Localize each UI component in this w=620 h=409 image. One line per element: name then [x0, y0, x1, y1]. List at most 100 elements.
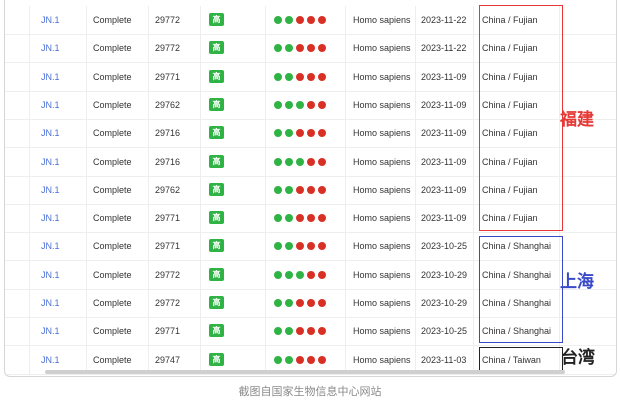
- status-dots-cell: [265, 204, 345, 233]
- lineage-link[interactable]: JN.1: [41, 100, 60, 110]
- green-status-dot-icon: [274, 100, 282, 109]
- lineage-link[interactable]: JN.1: [41, 72, 60, 82]
- red-status-dot-icon: [296, 129, 304, 138]
- length-cell: 29772: [148, 260, 200, 289]
- quality-badge-icon: 高: [209, 239, 224, 253]
- green-status-dot-icon: [285, 129, 293, 138]
- lineage-cell: JN.1: [29, 119, 86, 148]
- red-status-dot-icon: [318, 157, 326, 166]
- lineage-link[interactable]: JN.1: [41, 241, 60, 251]
- shanghai-highlight-box: [479, 236, 563, 343]
- red-status-dot-icon: [318, 100, 326, 109]
- quality-badge-icon: 高: [209, 69, 224, 83]
- green-status-dot-icon: [274, 270, 282, 279]
- lineage-link[interactable]: JN.1: [41, 15, 60, 25]
- lineage-cell: JN.1: [29, 34, 86, 63]
- green-status-dot-icon: [274, 242, 282, 251]
- green-status-dot-icon: [274, 16, 282, 24]
- quality-cell: 高: [200, 90, 265, 119]
- lineage-link[interactable]: JN.1: [41, 128, 60, 138]
- lineage-link[interactable]: JN.1: [41, 355, 60, 365]
- lineage-link[interactable]: JN.1: [41, 157, 60, 167]
- red-status-dot-icon: [307, 44, 315, 53]
- green-status-dot-icon: [296, 270, 304, 279]
- red-status-dot-icon: [296, 355, 304, 364]
- red-status-dot-icon: [296, 327, 304, 336]
- status-dots-cell: [265, 317, 345, 346]
- lineage-cell: JN.1: [29, 62, 86, 91]
- lineage-link[interactable]: JN.1: [41, 298, 60, 308]
- quality-cell: 高: [200, 62, 265, 91]
- status-cell: Complete: [86, 232, 148, 261]
- red-status-dot-icon: [296, 214, 304, 223]
- red-status-dot-icon: [318, 129, 326, 138]
- quality-cell: 高: [200, 204, 265, 233]
- red-status-dot-icon: [318, 72, 326, 81]
- lineage-cell: JN.1: [29, 289, 86, 317]
- red-status-dot-icon: [296, 72, 304, 81]
- green-status-dot-icon: [285, 299, 293, 307]
- trailing-cell: [559, 232, 616, 261]
- green-status-dot-icon: [274, 299, 282, 307]
- host-cell: Homo sapiens: [345, 175, 415, 204]
- lineage-cell: JN.1: [29, 317, 86, 346]
- lineage-link[interactable]: JN.1: [41, 43, 60, 53]
- region-label-fujian: 福建: [560, 110, 594, 129]
- status-dots-cell: [265, 119, 345, 148]
- quality-badge-icon: 高: [209, 211, 224, 225]
- green-status-dot-icon: [285, 44, 293, 53]
- length-cell: 29772: [148, 6, 200, 34]
- status-dots-cell: [265, 6, 345, 34]
- lineage-link[interactable]: JN.1: [41, 270, 60, 280]
- date-cell: 2023-11-09: [415, 147, 473, 176]
- length-cell: 29771: [148, 62, 200, 91]
- status-dots-cell: [265, 34, 345, 63]
- length-cell: 29762: [148, 90, 200, 119]
- trailing-cell: [559, 204, 616, 233]
- lineage-cell: JN.1: [29, 147, 86, 176]
- lineage-link[interactable]: JN.1: [41, 185, 60, 195]
- length-cell: 29762: [148, 175, 200, 204]
- image-caption: 截图自国家生物信息中心网站: [238, 386, 382, 398]
- date-cell: 2023-10-29: [415, 289, 473, 317]
- quality-badge-icon: 高: [209, 41, 224, 55]
- horizontal-scrollbar[interactable]: [45, 370, 565, 374]
- lineage-link[interactable]: JN.1: [41, 326, 60, 336]
- green-status-dot-icon: [285, 100, 293, 109]
- red-status-dot-icon: [307, 129, 315, 138]
- red-status-dot-icon: [318, 242, 326, 251]
- green-status-dot-icon: [274, 327, 282, 336]
- red-status-dot-icon: [307, 185, 315, 194]
- length-cell: 29772: [148, 34, 200, 63]
- red-status-dot-icon: [307, 242, 315, 251]
- host-cell: Homo sapiens: [345, 6, 415, 34]
- quality-cell: 高: [200, 175, 265, 204]
- green-status-dot-icon: [296, 157, 304, 166]
- lineage-link[interactable]: JN.1: [41, 213, 60, 223]
- fujian-highlight-box: [479, 5, 563, 231]
- green-status-dot-icon: [274, 355, 282, 364]
- status-cell: Complete: [86, 204, 148, 233]
- date-cell: 2023-10-29: [415, 260, 473, 289]
- date-cell: 2023-11-09: [415, 62, 473, 91]
- status-cell: Complete: [86, 119, 148, 148]
- status-cell: Complete: [86, 90, 148, 119]
- red-status-dot-icon: [296, 44, 304, 53]
- host-cell: Homo sapiens: [345, 147, 415, 176]
- host-cell: Homo sapiens: [345, 232, 415, 261]
- green-status-dot-icon: [285, 355, 293, 364]
- red-status-dot-icon: [318, 327, 326, 336]
- green-status-dot-icon: [285, 16, 293, 24]
- status-dots-cell: [265, 289, 345, 317]
- date-cell: 2023-11-22: [415, 6, 473, 34]
- date-cell: 2023-11-22: [415, 34, 473, 63]
- quality-badge-icon: 高: [209, 126, 224, 140]
- status-cell: Complete: [86, 6, 148, 34]
- red-status-dot-icon: [318, 16, 326, 24]
- red-status-dot-icon: [307, 72, 315, 81]
- status-dots-cell: [265, 175, 345, 204]
- trailing-cell: [559, 289, 616, 317]
- quality-badge-icon: 高: [209, 97, 224, 111]
- status-cell: Complete: [86, 317, 148, 346]
- red-status-dot-icon: [318, 185, 326, 194]
